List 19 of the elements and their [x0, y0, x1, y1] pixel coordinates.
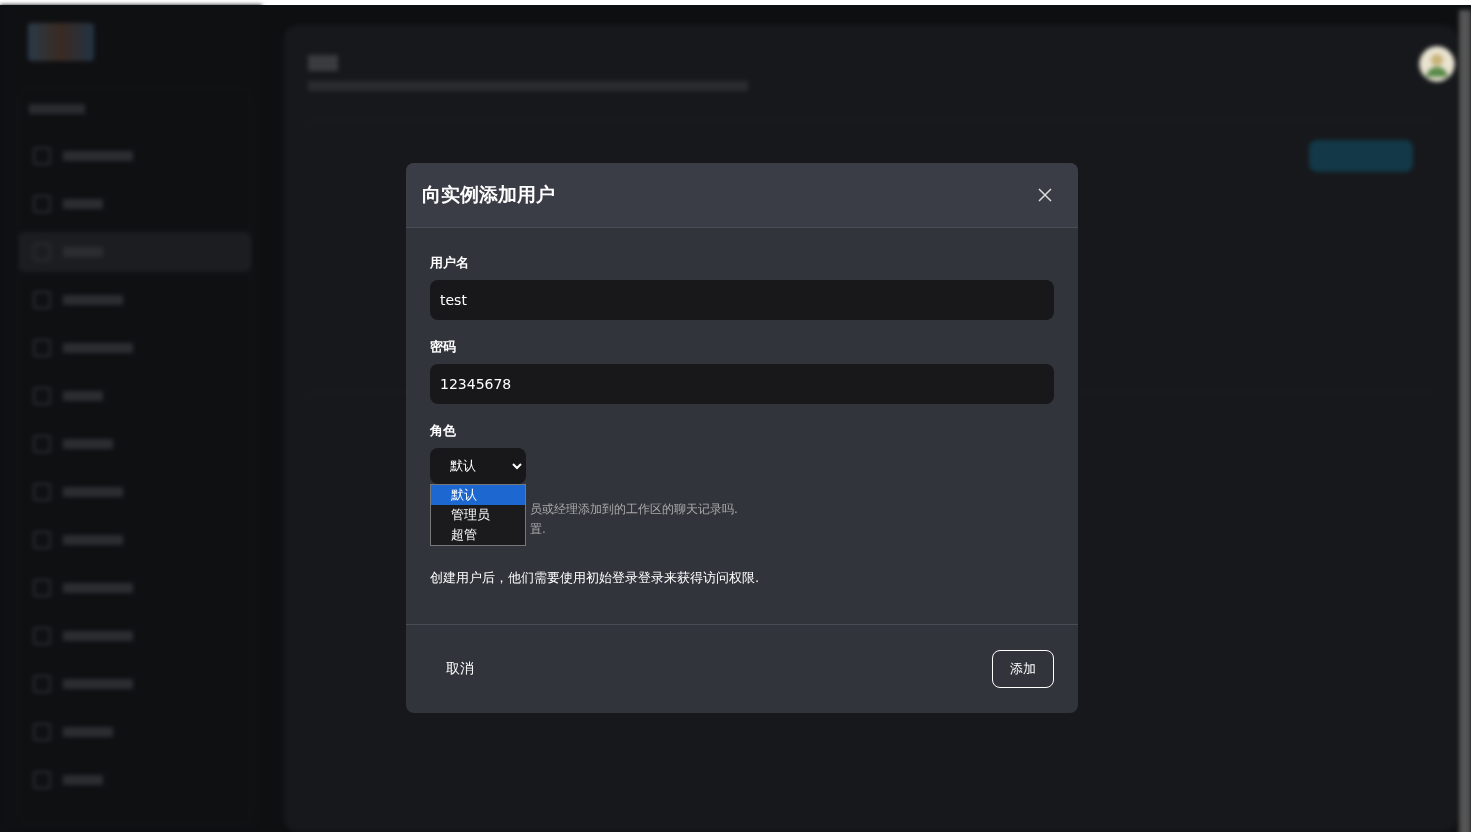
input-field[interactable]: 12345678 — [430, 364, 1054, 404]
field-label: 用户名 — [430, 254, 470, 272]
dropdown-option[interactable]: 超管 — [431, 525, 525, 545]
dropdown-option[interactable]: 默认 — [431, 485, 525, 505]
cancel-button[interactable]: 取消 — [430, 652, 490, 686]
field-label: 密码 — [430, 338, 457, 356]
logo-placeholder — [28, 23, 94, 61]
input-field[interactable]: test — [430, 280, 1054, 320]
note-text: 创建用户后，他们需要使用初始登录登录来获得访问权限. — [430, 569, 761, 587]
dropdown-option[interactable]: 管理员 — [431, 505, 525, 525]
field-label: 角色 — [430, 422, 457, 440]
dialog-title: 向实例添加用户 — [422, 182, 555, 207]
blurred-heading — [308, 55, 338, 71]
hint-text: 员或经理添加到的工作区的聊天记录吗. — [530, 501, 739, 518]
close-icon[interactable] — [1036, 186, 1054, 204]
role-select[interactable]: 默认 — [430, 448, 526, 484]
add-button[interactable]: 添加 — [992, 650, 1054, 688]
hint-text: 置. — [530, 521, 547, 538]
chevron-down-icon — [512, 462, 522, 470]
